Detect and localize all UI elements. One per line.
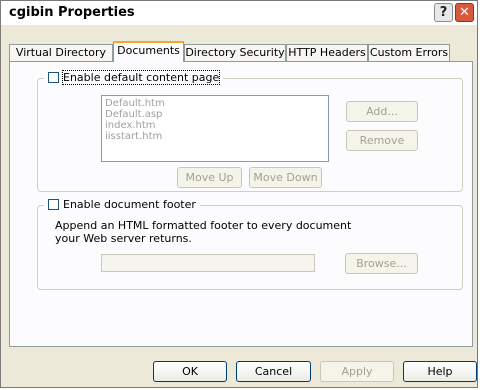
tab-directory-security[interactable]: Directory Security (184, 44, 286, 61)
close-icon[interactable]: ✕ (455, 3, 474, 22)
apply-button[interactable]: Apply (320, 361, 394, 382)
browse-button[interactable]: Browse... (345, 253, 418, 274)
default-documents-list[interactable]: Default.htm Default.asp index.htm iisstart.… (101, 95, 329, 162)
list-item[interactable]: Default.asp (105, 109, 325, 120)
list-item[interactable]: Default.htm (105, 98, 325, 109)
help-icon[interactable]: ? (434, 3, 453, 22)
tab-custom-errors[interactable]: Custom Errors (368, 44, 450, 61)
list-item[interactable]: index.htm (105, 120, 325, 131)
title-bar: cgibin Properties ? ✕ (1, 1, 477, 25)
footer-path-input[interactable] (101, 254, 315, 272)
help-button[interactable]: Help (403, 361, 477, 382)
document-footer-group: Enable document footer Append an HTML fo… (37, 198, 463, 290)
footer-description: Append an HTML formatted footer to every… (55, 219, 352, 245)
move-down-button[interactable]: Move Down (249, 167, 322, 188)
enable-footer-checkbox[interactable] (48, 199, 59, 210)
enable-default-content-label[interactable]: Enable default content page (61, 70, 221, 85)
enable-default-content-checkbox[interactable] (48, 72, 59, 83)
move-up-button[interactable]: Move Up (177, 167, 242, 188)
list-item[interactable]: iisstart.htm (105, 131, 325, 142)
enable-footer-label[interactable]: Enable document footer (63, 198, 196, 211)
cancel-button[interactable]: Cancel (236, 361, 311, 382)
remove-button[interactable]: Remove (346, 130, 418, 151)
ok-button[interactable]: OK (153, 361, 227, 382)
add-button[interactable]: Add... (346, 101, 418, 122)
tab-documents[interactable]: Documents (113, 41, 184, 62)
window-title: cgibin Properties (9, 5, 135, 20)
tab-http-headers[interactable]: HTTP Headers (286, 44, 368, 61)
tab-panel: Enable default content page Default.htm D… (9, 61, 473, 347)
default-content-group: Enable default content page Default.htm D… (37, 70, 463, 192)
properties-dialog: cgibin Properties ? ✕ Virtual Directory … (0, 0, 478, 388)
tab-virtual-directory[interactable]: Virtual Directory (9, 44, 113, 61)
